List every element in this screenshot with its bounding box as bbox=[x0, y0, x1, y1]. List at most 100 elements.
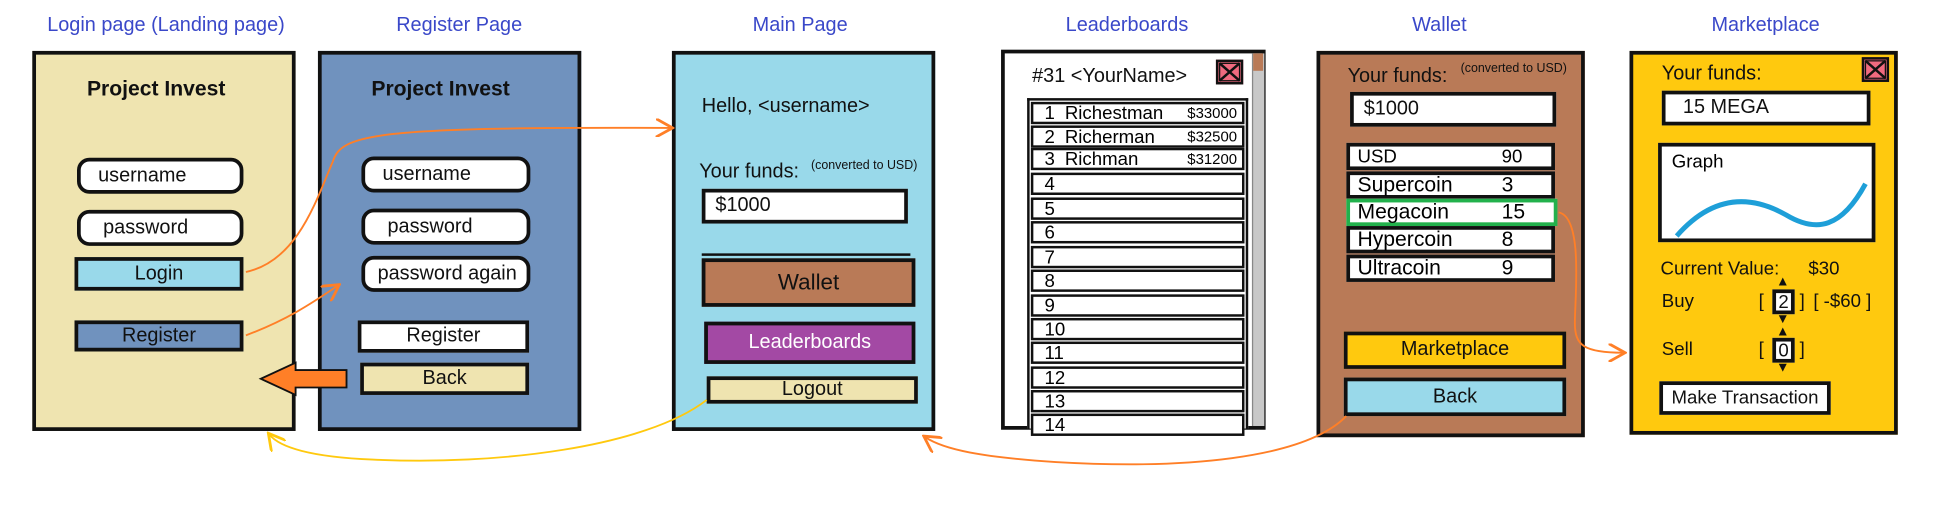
leaderboard-rank: 3 bbox=[1044, 148, 1055, 170]
leaderboard-name: Richerman bbox=[1064, 126, 1155, 148]
main-wallet-button[interactable]: Wallet bbox=[701, 258, 916, 307]
register-username-field[interactable]: username bbox=[361, 156, 531, 193]
register-password-again-field[interactable]: password again bbox=[361, 255, 531, 292]
main-divider bbox=[701, 253, 911, 256]
sell-bracket-open: [ bbox=[1758, 339, 1764, 361]
main-leaderboards-button[interactable]: Leaderboards bbox=[704, 321, 916, 364]
leaderboard-rank: 7 bbox=[1044, 246, 1055, 268]
login-username-field[interactable]: username bbox=[77, 157, 244, 194]
leaderboard-rank: 8 bbox=[1044, 270, 1055, 292]
close-icon[interactable] bbox=[1215, 59, 1244, 85]
wallet-funds-label: Your funds: bbox=[1347, 65, 1448, 87]
wallet-amount: 90 bbox=[1501, 145, 1523, 168]
wallet-currency: USD bbox=[1357, 145, 1397, 168]
register-app-name: Project Invest bbox=[371, 77, 510, 101]
leaderboard-rank: 12 bbox=[1044, 367, 1066, 389]
close-icon[interactable] bbox=[1861, 57, 1890, 82]
leaderboard-name: Richman bbox=[1064, 148, 1139, 170]
leaderboard-rank: 9 bbox=[1044, 294, 1055, 317]
main-logout-button[interactable]: Logout bbox=[706, 376, 918, 404]
wallet-currency: Hypercoin bbox=[1357, 227, 1453, 251]
buy-quantity-stepper[interactable]: 2 bbox=[1772, 289, 1795, 315]
leaderboard-rank: 4 bbox=[1044, 173, 1055, 195]
marketplace-current-value: $30 bbox=[1808, 258, 1840, 280]
title-marketplace: Marketplace bbox=[1711, 14, 1820, 37]
leaderboard-row: 10 bbox=[1030, 317, 1245, 341]
leaderboard-money: $31200 bbox=[1187, 150, 1238, 168]
leaderboard-row: 11 bbox=[1030, 341, 1245, 364]
wallet-holding-row[interactable]: USD 90 bbox=[1346, 142, 1555, 171]
leaderboard-row: 13 bbox=[1030, 389, 1245, 413]
title-register-page: Register Page bbox=[396, 14, 523, 37]
marketplace-current-value-label: Current Value: bbox=[1660, 258, 1780, 280]
wallet-marketplace-button[interactable]: Marketplace bbox=[1343, 331, 1567, 369]
wallet-currency: Ultracoin bbox=[1357, 255, 1441, 280]
wallet-currency: Megacoin bbox=[1357, 199, 1450, 224]
leaderboard-row: 14 bbox=[1030, 413, 1245, 436]
marketplace-funds-value: 15 MEGA bbox=[1661, 90, 1871, 126]
leaderboard-rank: 14 bbox=[1044, 414, 1066, 436]
arrow-down-icon[interactable]: ▼ bbox=[1776, 360, 1790, 375]
leaderboard-row: 2 Richerman $32500 bbox=[1030, 125, 1245, 148]
leaderboards-scroll-thumb[interactable] bbox=[1253, 53, 1264, 71]
leaderboard-money: $33000 bbox=[1187, 104, 1238, 122]
leaderboard-rank: 11 bbox=[1044, 342, 1064, 364]
login-app-name: Project Invest bbox=[86, 77, 226, 101]
title-login-page: Login page (Landing page) bbox=[47, 14, 285, 37]
wallet-holding-row[interactable]: Ultracoin 9 bbox=[1346, 254, 1555, 282]
leaderboard-row: 4 bbox=[1030, 172, 1245, 195]
sell-quantity-stepper[interactable]: 0 bbox=[1772, 337, 1795, 363]
title-main-page: Main Page bbox=[752, 14, 848, 37]
leaderboard-row: 12 bbox=[1030, 366, 1245, 389]
leaderboard-row: 9 bbox=[1030, 294, 1245, 317]
wallet-funds-value: $1000 bbox=[1350, 91, 1557, 127]
leaderboard-rank: 5 bbox=[1044, 198, 1055, 220]
main-funds-label: Your funds: bbox=[699, 161, 800, 183]
main-funds-note: (converted to USD) bbox=[811, 158, 918, 173]
wallet-amount: 8 bbox=[1501, 227, 1514, 251]
marketplace-buy-label: Buy bbox=[1661, 290, 1694, 312]
marketplace-sell-label: Sell bbox=[1661, 339, 1693, 361]
make-transaction-button[interactable]: Make Transaction bbox=[1659, 381, 1831, 415]
leaderboard-row: 8 bbox=[1030, 269, 1245, 292]
leaderboard-row: 6 bbox=[1030, 221, 1245, 244]
marketplace-funds-label: Your funds: bbox=[1661, 63, 1762, 85]
register-password-field[interactable]: password bbox=[361, 208, 531, 245]
login-password-field[interactable]: password bbox=[77, 209, 244, 246]
login-register-button[interactable]: Register bbox=[74, 320, 244, 352]
title-wallet: Wallet bbox=[1412, 14, 1467, 37]
marketplace-graph: Graph bbox=[1658, 142, 1876, 243]
leaderboard-money: $32500 bbox=[1187, 127, 1238, 146]
leaderboard-rank: 1 bbox=[1044, 102, 1055, 124]
register-back-button[interactable]: Back bbox=[360, 362, 530, 395]
login-button[interactable]: Login bbox=[74, 257, 244, 291]
leaderboard-rank: 6 bbox=[1044, 221, 1055, 243]
main-funds-value: $1000 bbox=[701, 188, 908, 224]
buy-cost: [ -$60 ] bbox=[1813, 290, 1872, 312]
leaderboards-scrollbar[interactable] bbox=[1251, 53, 1265, 427]
main-greeting: Hello, <username> bbox=[701, 95, 870, 117]
title-leaderboards: Leaderboards bbox=[1065, 14, 1189, 37]
buy-bracket-open: [ bbox=[1758, 290, 1764, 312]
buy-bracket-close: ] bbox=[1799, 290, 1805, 312]
arrow-up-icon[interactable]: ▲ bbox=[1776, 274, 1790, 289]
leaderboard-row: 7 bbox=[1030, 245, 1245, 269]
leaderboard-name: Richestman bbox=[1064, 102, 1164, 124]
wallet-holding-row[interactable]: Supercoin 3 bbox=[1346, 171, 1555, 199]
arrow-up-icon[interactable]: ▲ bbox=[1776, 324, 1790, 339]
register-submit-button[interactable]: Register bbox=[357, 320, 530, 353]
sell-bracket-close: ] bbox=[1799, 339, 1805, 361]
leaderboard-row: 1 Richestman $33000 bbox=[1030, 101, 1245, 125]
wallet-amount: 9 bbox=[1501, 255, 1514, 280]
wallet-currency: Supercoin bbox=[1357, 172, 1453, 197]
wallet-back-button[interactable]: Back bbox=[1343, 377, 1567, 417]
leaderboard-rank: 13 bbox=[1044, 390, 1066, 412]
leaderboards-own-rank: #31 <YourName> bbox=[1032, 65, 1188, 87]
wallet-amount: 15 bbox=[1501, 199, 1526, 224]
wallet-holding-row[interactable]: Megacoin 15 bbox=[1346, 198, 1558, 227]
leaderboard-rank: 10 bbox=[1044, 318, 1066, 340]
graph-line bbox=[1674, 182, 1868, 238]
leaderboard-row: 5 bbox=[1030, 197, 1245, 220]
wallet-holding-row[interactable]: Hypercoin 8 bbox=[1346, 226, 1555, 254]
wallet-amount: 3 bbox=[1501, 172, 1514, 197]
